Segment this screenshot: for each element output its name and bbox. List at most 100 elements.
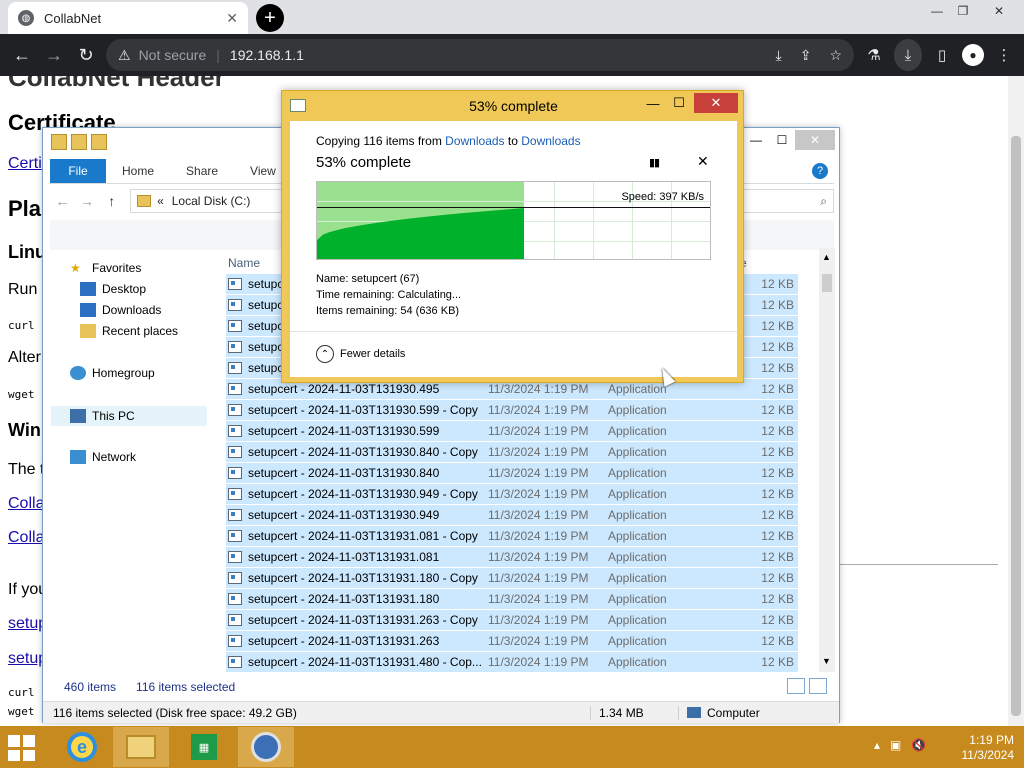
minimize-button[interactable]: —: [924, 0, 950, 22]
browser-tab[interactable]: ◍ CollabNet ✕: [8, 2, 248, 34]
table-row[interactable]: setupcert - 2024-11-03T131930.949 11/3/20…: [226, 505, 798, 526]
nav-homegroup[interactable]: Homegroup: [70, 366, 155, 380]
search-icon: ⌕: [820, 193, 827, 208]
curl-command-2: curl: [8, 686, 35, 699]
tab-share[interactable]: Share: [170, 164, 234, 178]
explorer-maximize-button[interactable]: ☐: [769, 130, 795, 150]
table-row[interactable]: setupcert - 2024-11-03T131931.180 - Copy…: [226, 568, 798, 589]
tab-file[interactable]: File: [50, 158, 106, 183]
folder-icon[interactable]: [51, 134, 67, 150]
taskbar-file-explorer[interactable]: [113, 727, 169, 767]
details-view-icon[interactable]: [787, 678, 805, 694]
table-row[interactable]: setupcert - 2024-11-03T131930.599 - Copy…: [226, 400, 798, 421]
nav-desktop[interactable]: Desktop: [80, 282, 146, 296]
source-link[interactable]: Downloads: [445, 134, 504, 148]
taskbar-store[interactable]: ▦: [176, 727, 232, 767]
address-bar[interactable]: ⚠ Not secure | 192.168.1.1 ⤓ ⇪ ☆: [106, 39, 854, 71]
file-name: setupcert - 2024-11-03T131931.180: [248, 592, 440, 606]
close-icon[interactable]: ✕: [697, 153, 709, 170]
lab-icon[interactable]: ⚗: [860, 39, 888, 71]
nav-this-pc[interactable]: This PC: [51, 406, 207, 426]
show-hidden-icons-icon[interactable]: ▴: [874, 738, 880, 752]
speed-label: Speed: 397 KB/s: [621, 191, 704, 203]
copying-summary: Copying 116 items from Downloads to Down…: [316, 134, 581, 148]
tab-close-icon[interactable]: ✕: [226, 10, 238, 27]
help-icon[interactable]: ?: [812, 162, 828, 179]
network-icon[interactable]: ▣: [890, 738, 901, 752]
scroll-up-icon[interactable]: ▲: [822, 252, 831, 262]
nav-recent-places[interactable]: Recent places: [80, 324, 178, 338]
explorer-close-button[interactable]: ✕: [795, 130, 835, 150]
nav-favorites[interactable]: ★ Favorites: [70, 261, 141, 275]
file-type: Application: [608, 424, 667, 438]
file-type: Application: [608, 571, 667, 585]
table-row[interactable]: setupcert - 2024-11-03T131930.949 - Copy…: [226, 484, 798, 505]
column-header-name[interactable]: Name: [228, 256, 260, 272]
table-row[interactable]: setupcert - 2024-11-03T131931.081 - Copy…: [226, 526, 798, 547]
dialog-minimize-button[interactable]: —: [640, 93, 666, 113]
table-row[interactable]: setupcert - 2024-11-03T131931.263 - Copy…: [226, 610, 798, 631]
restore-button[interactable]: ❐: [950, 0, 976, 22]
file-type: Application: [608, 445, 667, 459]
table-row[interactable]: setupcert - 2024-11-03T131931.263 11/3/20…: [226, 631, 798, 652]
table-row[interactable]: setupcert - 2024-11-03T131930.840 11/3/20…: [226, 463, 798, 484]
close-window-button[interactable]: ✕: [976, 0, 1022, 22]
taskbar-clock[interactable]: 1:19 PM 11/3/2024: [930, 733, 1015, 763]
destination-link[interactable]: Downloads: [521, 134, 580, 148]
side-panel-icon[interactable]: ▯: [928, 39, 956, 71]
chevron-up-icon: ⌃: [316, 345, 334, 363]
pause-icon[interactable]: ▮▮: [649, 156, 660, 169]
properties-icon[interactable]: [71, 134, 87, 150]
address-path: Local Disk (C:): [171, 194, 251, 208]
wget-command: wget: [8, 388, 35, 401]
collabnet-link-2[interactable]: Colla: [8, 529, 44, 547]
taskbar-browser[interactable]: [238, 727, 294, 767]
volume-muted-icon[interactable]: 🔇: [911, 738, 926, 752]
new-tab-button[interactable]: +: [256, 4, 284, 32]
file-date: 11/3/2024 1:19 PM: [488, 445, 589, 459]
large-icons-view-icon[interactable]: [809, 678, 827, 694]
nav-downloads[interactable]: Downloads: [80, 303, 161, 317]
fewer-details-button[interactable]: ⌃ Fewer details: [316, 345, 405, 363]
scrollbar-thumb[interactable]: [1011, 136, 1021, 716]
dialog-close-button[interactable]: ✕: [694, 93, 738, 113]
up-icon[interactable]: ↑: [99, 193, 124, 209]
table-row[interactable]: setupcert - 2024-11-03T131931.180 11/3/20…: [226, 589, 798, 610]
file-size: 12 KB: [761, 340, 794, 354]
download-icon[interactable]: ⤓: [894, 39, 922, 71]
scroll-down-icon[interactable]: ▼: [822, 656, 831, 666]
scroll-thumb[interactable]: [822, 274, 832, 292]
menu-icon[interactable]: ⋮: [990, 39, 1018, 71]
explorer-minimize-button[interactable]: —: [743, 130, 769, 150]
application-icon: [228, 404, 242, 416]
dialog-maximize-button[interactable]: ☐: [666, 93, 692, 113]
table-row[interactable]: setupcert - 2024-11-03T131931.480 - Cop.…: [226, 652, 798, 672]
forward-button[interactable]: →: [38, 39, 70, 71]
application-icon: [228, 341, 242, 353]
reload-button[interactable]: ↻: [70, 39, 102, 71]
explorer-back-icon[interactable]: ←: [50, 193, 75, 209]
collabnet-link-1[interactable]: Colla: [8, 495, 44, 513]
file-list-scrollbar[interactable]: ▲ ▼: [819, 248, 835, 672]
start-button[interactable]: [0, 727, 46, 767]
share-icon[interactable]: ⇪: [800, 47, 812, 64]
clock-date: 11/3/2024: [961, 748, 1015, 762]
run-text: Run: [8, 281, 38, 298]
table-row[interactable]: setupcert - 2024-11-03T131931.081 11/3/20…: [226, 547, 798, 568]
cert-link[interactable]: Certi: [8, 155, 42, 173]
page-scrollbar[interactable]: [1008, 76, 1024, 726]
nav-network[interactable]: Network: [70, 450, 136, 464]
new-folder-icon[interactable]: [91, 134, 107, 150]
install-icon[interactable]: ⤓: [776, 47, 782, 64]
taskbar-internet-explorer[interactable]: e: [54, 727, 110, 767]
back-button[interactable]: ←: [6, 39, 38, 71]
time-remaining: Time remaining: Calculating...: [316, 289, 462, 301]
star-icon[interactable]: ☆: [829, 47, 842, 64]
profile-avatar-icon[interactable]: ●: [962, 44, 984, 66]
table-row[interactable]: setupcert - 2024-11-03T131930.599 11/3/20…: [226, 421, 798, 442]
table-row[interactable]: setupcert - 2024-11-03T131930.840 - Copy…: [226, 442, 798, 463]
tab-home[interactable]: Home: [106, 164, 170, 178]
dialog-body: Copying 116 items from Downloads to Down…: [290, 121, 737, 377]
nav-label: This PC: [92, 409, 135, 423]
explorer-forward-icon[interactable]: →: [75, 193, 100, 209]
